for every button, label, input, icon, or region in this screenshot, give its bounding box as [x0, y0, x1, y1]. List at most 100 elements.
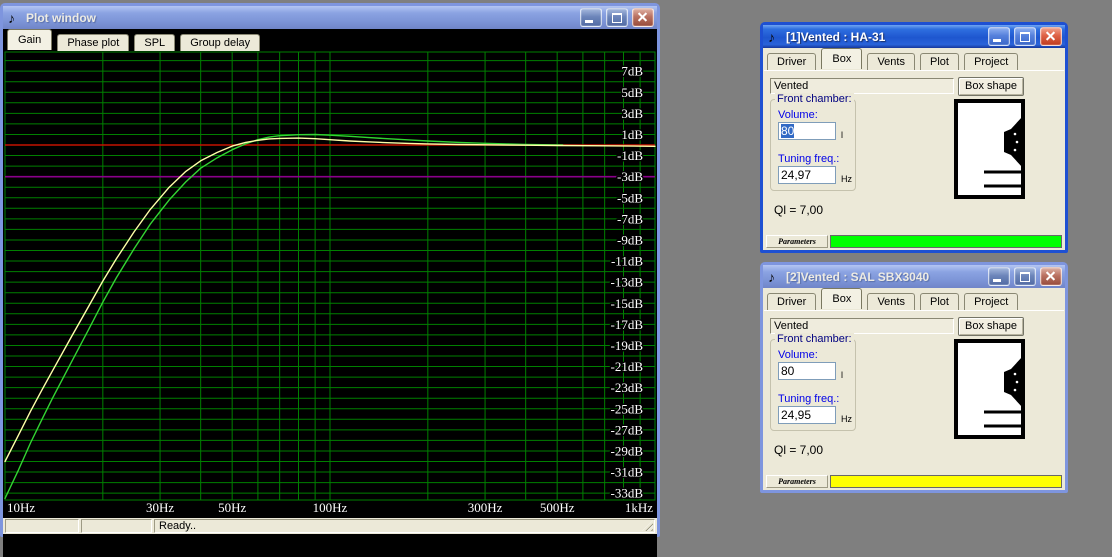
front-chamber-legend: Front chamber:: [775, 333, 854, 345]
svg-text:50Hz: 50Hz: [218, 500, 246, 515]
minimize-icon: [585, 20, 593, 23]
tab-phase-plot[interactable]: Phase plot: [57, 34, 130, 51]
box-type-field[interactable]: Vented: [770, 78, 954, 94]
svg-text:-33dB: -33dB: [611, 486, 644, 501]
plot-client-area: Gain Phase plot SPL Group delay 7dB 5dB 3d…: [3, 29, 657, 557]
svg-text:500Hz: 500Hz: [540, 500, 575, 515]
project2-titlebar[interactable]: ♪ [2]Vented : SAL SBX3040: [763, 265, 1065, 288]
tab-driver[interactable]: Driver: [767, 53, 817, 70]
project1-title: [1]Vented : HA-31: [786, 29, 886, 44]
box-shape-button[interactable]: Box shape: [958, 317, 1024, 336]
tab-driver[interactable]: Driver: [767, 293, 817, 310]
tab-vents[interactable]: Vents: [867, 53, 915, 70]
project2-title: [2]Vented : SAL SBX3040: [786, 269, 930, 284]
desktop: { "plot_window": { "icon": "♪", "title":…: [0, 0, 1112, 557]
box-type-field[interactable]: Vented: [770, 318, 954, 334]
front-chamber-group: Front chamber: Volume: 80 l Tuning freq.…: [770, 93, 856, 191]
minimize-button[interactable]: [580, 8, 602, 27]
status-text: Ready..: [159, 520, 197, 532]
plot-window-title: Plot window: [26, 10, 96, 25]
parameters-progress: [830, 475, 1062, 488]
volume-value: 80: [781, 124, 795, 138]
svg-text:-19dB: -19dB: [611, 338, 644, 353]
svg-text:5dB: 5dB: [621, 85, 643, 100]
volume-value: 80: [781, 364, 795, 378]
svg-text:100Hz: 100Hz: [313, 500, 348, 515]
tab-project[interactable]: Project: [964, 53, 1019, 70]
svg-text:1kHz: 1kHz: [625, 500, 653, 515]
status-bar: Ready..: [3, 518, 657, 534]
tab-vents[interactable]: Vents: [867, 293, 915, 310]
plot-window-titlebar[interactable]: ♪ Plot window: [3, 6, 657, 29]
progress-fill: [831, 476, 1061, 487]
volume-input[interactable]: 80: [778, 362, 836, 380]
plot-window: ♪ Plot window Gain Phase plot SPL Group …: [0, 3, 660, 557]
progress-fill: [831, 236, 1061, 247]
parameters-bar: Parameters: [766, 235, 1062, 248]
status-panel-2: [81, 519, 152, 533]
svg-text:3dB: 3dB: [621, 106, 643, 121]
project1-titlebar[interactable]: ♪ [1]Vented : HA-31: [763, 25, 1065, 48]
maximize-button[interactable]: [1014, 27, 1036, 46]
front-chamber-legend: Front chamber:: [775, 93, 854, 105]
minimize-button[interactable]: [988, 27, 1010, 46]
svg-text:10Hz: 10Hz: [7, 500, 35, 515]
tab-group-delay[interactable]: Group delay: [180, 34, 261, 51]
svg-text:-17dB: -17dB: [611, 317, 644, 332]
parameters-progress: [830, 235, 1062, 248]
box-tab-page: Vented Box shape Front chamber: Volume: …: [764, 70, 1064, 250]
tab-box[interactable]: Box: [821, 48, 863, 69]
svg-text:-11dB: -11dB: [611, 254, 643, 269]
svg-text:-9dB: -9dB: [617, 232, 643, 247]
project1-body: Driver Box Vents Plot Project Vented Box…: [763, 48, 1065, 250]
box-shape-button[interactable]: Box shape: [958, 77, 1024, 96]
svg-text:300Hz: 300Hz: [468, 500, 503, 515]
ql-value: Ql = 7,00: [774, 203, 824, 217]
volume-label: Volume:: [778, 109, 818, 121]
tab-gain[interactable]: Gain: [7, 29, 53, 50]
minimize-icon: [993, 279, 1001, 282]
status-panel-1: [5, 519, 79, 533]
svg-text:-13dB: -13dB: [611, 275, 644, 290]
tuning-unit: Hz: [841, 414, 852, 424]
svg-text:-23dB: -23dB: [611, 380, 644, 395]
maximize-icon: [1020, 32, 1030, 42]
volume-input[interactable]: 80: [778, 122, 836, 140]
parameters-label[interactable]: Parameters: [766, 475, 828, 488]
project1-tab-strip: Driver Box Vents Plot Project: [763, 48, 1065, 70]
close-button[interactable]: [1040, 27, 1062, 46]
close-button[interactable]: [632, 8, 654, 27]
tab-spl[interactable]: SPL: [134, 34, 176, 51]
svg-text:-3dB: -3dB: [617, 169, 643, 184]
tuning-label: Tuning freq.:: [778, 393, 840, 405]
close-button[interactable]: [1040, 267, 1062, 286]
svg-text:-7dB: -7dB: [617, 211, 643, 226]
tab-plot[interactable]: Plot: [920, 293, 959, 310]
minimize-icon: [993, 39, 1001, 42]
resize-grip[interactable]: [642, 520, 653, 531]
app-icon: ♪: [768, 268, 775, 285]
tab-box[interactable]: Box: [821, 288, 863, 309]
svg-text:-1dB: -1dB: [617, 148, 643, 163]
tuning-value: 24,95: [781, 408, 812, 422]
parameters-label[interactable]: Parameters: [766, 235, 828, 248]
volume-unit: l: [841, 130, 843, 140]
project-window-1: ♪ [1]Vented : HA-31 Driver Box Vents Plo…: [760, 22, 1068, 253]
tuning-label: Tuning freq.:: [778, 153, 840, 165]
project2-tab-strip: Driver Box Vents Plot Project: [763, 288, 1065, 310]
svg-text:-25dB: -25dB: [611, 401, 644, 416]
tuning-unit: Hz: [841, 174, 852, 184]
box-shape-diagram: [954, 99, 1025, 199]
svg-text:-29dB: -29dB: [611, 443, 644, 458]
minimize-button[interactable]: [988, 267, 1010, 286]
tuning-input[interactable]: 24,95: [778, 406, 836, 424]
maximize-button[interactable]: [1014, 267, 1036, 286]
volume-unit: l: [841, 370, 843, 380]
tuning-input[interactable]: 24,97: [778, 166, 836, 184]
tab-plot[interactable]: Plot: [920, 53, 959, 70]
tab-project[interactable]: Project: [964, 293, 1019, 310]
maximize-button[interactable]: [606, 8, 628, 27]
ql-value: Ql = 7,00: [774, 443, 824, 457]
box-tab-page: Vented Box shape Front chamber: Volume: …: [764, 310, 1064, 490]
maximize-icon: [612, 13, 622, 23]
